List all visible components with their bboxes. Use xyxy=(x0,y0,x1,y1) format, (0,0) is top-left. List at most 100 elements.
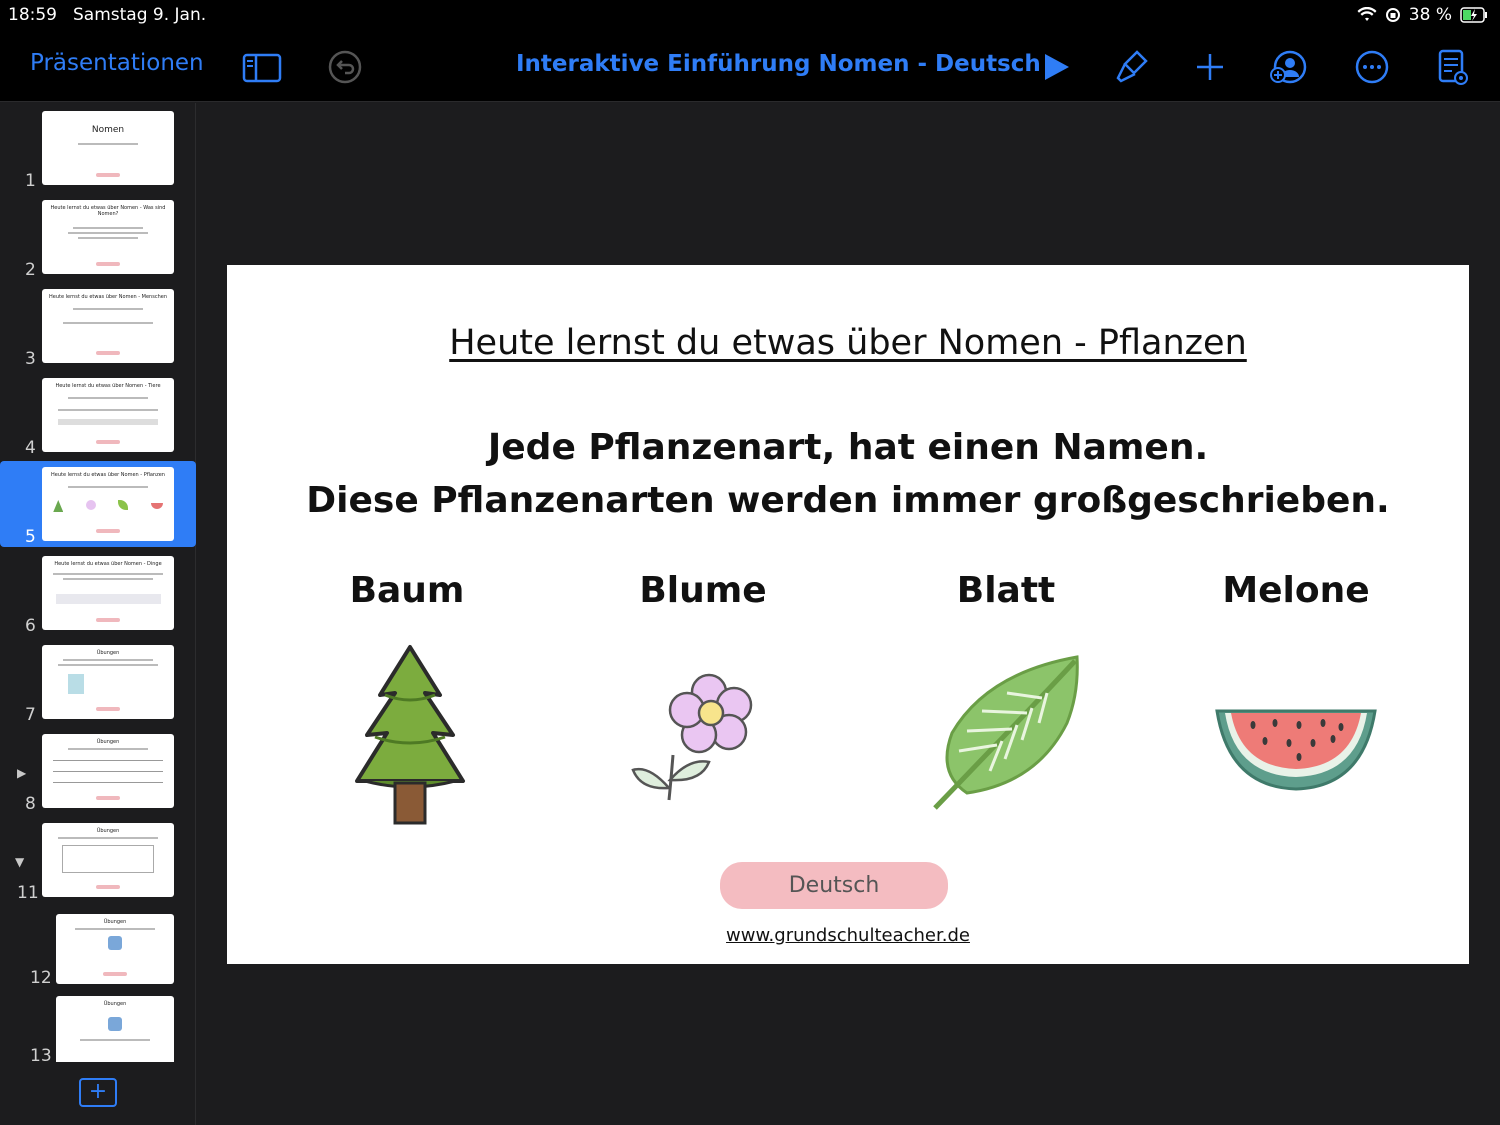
leaf-icon[interactable] xyxy=(927,653,1087,813)
word-label[interactable]: Blatt xyxy=(876,570,1136,611)
thumbnail-text-line xyxy=(53,782,163,783)
thumbnail-text-line xyxy=(58,664,158,666)
thumbnail-text-line xyxy=(68,748,148,750)
slide-thumbnail[interactable]: Heute lernst du etwas über Nomen - Dinge xyxy=(42,556,174,630)
status-bar: 18:59 Samstag 9. Jan. 38 % xyxy=(0,0,1500,32)
slide-thumbnail[interactable]: Übungen xyxy=(42,645,174,719)
thumbnail-text-line xyxy=(78,143,138,145)
slide-number: 8 xyxy=(25,794,36,814)
thumbnail-text-line xyxy=(73,308,143,310)
slide-thumbnail[interactable]: Heute lernst du etwas über Nomen - Tiere xyxy=(42,378,174,452)
slide-text-line-1[interactable]: Jede Pflanzenart, hat einen Namen. xyxy=(227,427,1469,468)
thumbnail-tag xyxy=(96,796,120,800)
thumbnail-text-line xyxy=(63,578,153,580)
thumbnail-title: Heute lernst du etwas über Nomen - Mensc… xyxy=(49,294,167,300)
slide-number: 7 xyxy=(25,705,36,725)
leaf-icon xyxy=(118,500,129,510)
thumbnail-title: Übungen xyxy=(96,828,120,834)
slide-thumbnail-row[interactable]: 6 Heute lernst du etwas über Nomen - Din… xyxy=(0,550,196,636)
slide-thumbnail[interactable]: Heute lernst du etwas über Nomen - Was s… xyxy=(42,200,174,274)
slide-thumbnail[interactable]: Heute lernst du etwas über Nomen - Pflan… xyxy=(42,467,174,541)
slide-text-line-2[interactable]: Diese Pflanzenarten werden immer großges… xyxy=(227,480,1469,521)
thumbnail-pictures xyxy=(42,500,174,512)
slide-thumbnail-row-selected[interactable]: 5 Heute lernst du etwas über Nomen - Pfl… xyxy=(0,461,196,547)
thumbnail-title: Übungen xyxy=(96,650,120,656)
word-label[interactable]: Blume xyxy=(573,570,833,611)
slide-heading[interactable]: Heute lernst du etwas über Nomen - Pflan… xyxy=(227,323,1469,363)
slide-thumbnail-row[interactable]: 3 Heute lernst du etwas über Nomen - Men… xyxy=(0,283,196,369)
slide-thumbnail[interactable]: Übungen xyxy=(56,996,174,1062)
disclosure-expanded-icon[interactable]: ▼ xyxy=(15,855,24,869)
disclosure-collapsed-icon[interactable]: ▶ xyxy=(17,766,26,780)
thumbnail-tag xyxy=(96,885,120,889)
thumbs-up-icon xyxy=(108,936,122,950)
thumbnail-title: Heute lernst du etwas über Nomen - Was s… xyxy=(50,205,166,217)
presenter-notes-icon[interactable] xyxy=(1432,47,1472,87)
slide-thumbnail-row[interactable]: 7 Übungen xyxy=(0,639,196,725)
status-right: 38 % xyxy=(1357,5,1488,25)
slide-thumbnail-row[interactable]: ▼ 11 Übungen xyxy=(0,817,196,903)
thumbnail-image-row xyxy=(58,419,158,425)
thumbnail-tag xyxy=(96,440,120,444)
toolbar: Präsentationen Interaktive Einführung No… xyxy=(0,32,1500,102)
slide-number: 13 xyxy=(30,1046,52,1062)
undo-icon[interactable] xyxy=(325,47,365,87)
play-icon[interactable] xyxy=(1036,47,1076,87)
slide-number: 11 xyxy=(17,883,39,903)
thumbnail-text-line xyxy=(80,1039,150,1041)
slide-thumbnail[interactable]: Nomen xyxy=(42,111,174,185)
thumbnail-tag xyxy=(96,351,120,355)
plus-icon[interactable] xyxy=(1190,47,1230,87)
collaborate-icon[interactable] xyxy=(1268,47,1308,87)
wifi-icon xyxy=(1357,7,1377,21)
slide-number: 12 xyxy=(30,968,52,988)
document-title[interactable]: Interaktive Einführung Nomen - Deutsch xyxy=(516,51,1041,77)
thumbnail-text-line xyxy=(75,928,155,930)
thumbnail-title: Heute lernst du etwas über Nomen - Dinge xyxy=(54,561,162,567)
slide-thumbnail-row[interactable]: 1 Nomen xyxy=(0,105,196,191)
orientation-lock-icon xyxy=(1385,8,1400,22)
thumbnail-text-line xyxy=(53,573,163,575)
thumbnail-text-line xyxy=(63,659,153,661)
slide-thumbnail-row[interactable]: ▶ 8 Übungen xyxy=(0,728,196,814)
word-label[interactable]: Baum xyxy=(277,570,537,611)
subject-tag[interactable]: Deutsch xyxy=(720,862,948,909)
slide-thumbnail[interactable]: Übungen xyxy=(42,823,174,897)
thumbnail-tag xyxy=(96,262,120,266)
thumbnail-text-line xyxy=(63,322,153,324)
slide-thumbnail-row[interactable]: 4 Heute lernst du etwas über Nomen - Tie… xyxy=(0,372,196,458)
status-time: 18:59 xyxy=(8,5,57,25)
website-link[interactable]: www.grundschulteacher.de xyxy=(227,925,1469,946)
slide-thumbnail-row[interactable]: 12 Übungen xyxy=(0,906,196,992)
thumbnail-text-line xyxy=(58,837,158,839)
format-brush-icon[interactable] xyxy=(1112,47,1152,87)
flower-icon[interactable] xyxy=(629,670,754,810)
thumbnail-table xyxy=(62,845,154,873)
tree-icon xyxy=(53,500,64,512)
battery-percent: 38 % xyxy=(1408,5,1452,25)
slide-thumbnail[interactable]: Übungen xyxy=(42,734,174,808)
more-icon[interactable] xyxy=(1352,47,1392,87)
presentations-back-button[interactable]: Präsentationen xyxy=(30,50,204,76)
thumbnail-text-line xyxy=(68,486,148,488)
status-date: Samstag 9. Jan. xyxy=(73,5,207,25)
word-label[interactable]: Melone xyxy=(1166,570,1426,611)
current-slide[interactable]: Heute lernst du etwas über Nomen - Pflan… xyxy=(227,265,1469,964)
thumbnail-text-line xyxy=(73,227,143,229)
melon-icon[interactable] xyxy=(1213,705,1379,795)
slide-number: 1 xyxy=(25,171,36,191)
thumbs-down-icon xyxy=(108,1017,122,1031)
tree-icon[interactable] xyxy=(345,643,475,828)
thumbnail-text-line xyxy=(58,409,158,411)
sidebar-icon[interactable] xyxy=(242,47,282,87)
melon-icon xyxy=(150,503,163,509)
add-slide-button[interactable]: + xyxy=(79,1078,117,1107)
slide-thumbnail-row[interactable]: 2 Heute lernst du etwas über Nomen - Was… xyxy=(0,194,196,280)
flower-icon xyxy=(85,500,96,510)
slide-thumbnail[interactable]: Übungen xyxy=(56,914,174,984)
thumbnail-tag xyxy=(96,173,120,177)
thumbnail-image-row xyxy=(55,594,161,604)
slide-thumbnail-row[interactable]: 13 Übungen xyxy=(0,990,196,1062)
slide-thumbnail[interactable]: Heute lernst du etwas über Nomen - Mensc… xyxy=(42,289,174,363)
thumbnail-title: Heute lernst du etwas über Nomen - Tiere xyxy=(55,383,161,389)
